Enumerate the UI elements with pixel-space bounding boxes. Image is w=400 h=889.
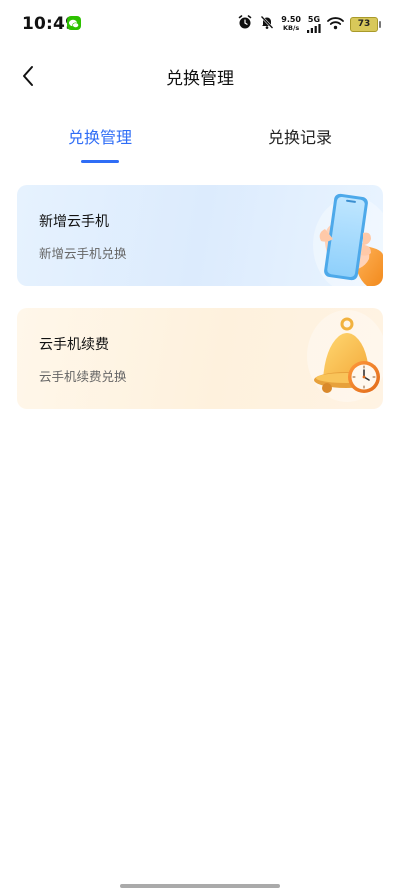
card-subtitle: 云手机续费兑换 [39,369,127,384]
card-subtitle: 新增云手机兑换 [39,246,127,261]
alarm-icon [237,14,253,34]
wifi-icon [327,15,344,34]
page-title: 兑换管理 [166,69,234,89]
bell-clock-icon [307,310,383,402]
card-title: 云手机续费 [39,337,109,353]
tab-exchange-records[interactable]: 兑换记录 [240,124,360,148]
cloud-phone-renewal-card[interactable]: 云手机续费 云手机续费兑换 [17,308,383,409]
signal-bars-icon [307,23,321,33]
battery-indicator: 73 [350,16,381,32]
status-icons: 9.50 KB/s 5G 73 [237,14,381,34]
network-type: 5G [307,14,321,24]
cellular-signal: 5G [307,14,321,33]
card-title: 新增云手机 [39,214,109,230]
phone-in-hand-icon [313,193,383,286]
active-tab-indicator [81,160,119,163]
status-bar: 10:49 9.50 KB/s 5G 73 [0,0,400,48]
mute-bell-icon [259,14,275,34]
wechat-notification-icon [67,16,81,30]
home-indicator[interactable] [120,884,280,888]
network-speed-unit: KB/s [283,24,300,32]
new-cloud-phone-card[interactable]: 新增云手机 新增云手机兑换 [17,185,383,286]
screen: 10:49 9.50 KB/s 5G 73 兑换管理 兑换管理 兑换记录 新增云… [0,0,400,889]
network-speed: 9.50 KB/s [281,15,301,33]
tab-bar: 兑换管理 兑换记录 [0,120,400,168]
nav-header: 兑换管理 [0,56,400,96]
tab-exchange-management[interactable]: 兑换管理 [40,124,160,148]
network-speed-value: 9.50 [281,15,301,24]
